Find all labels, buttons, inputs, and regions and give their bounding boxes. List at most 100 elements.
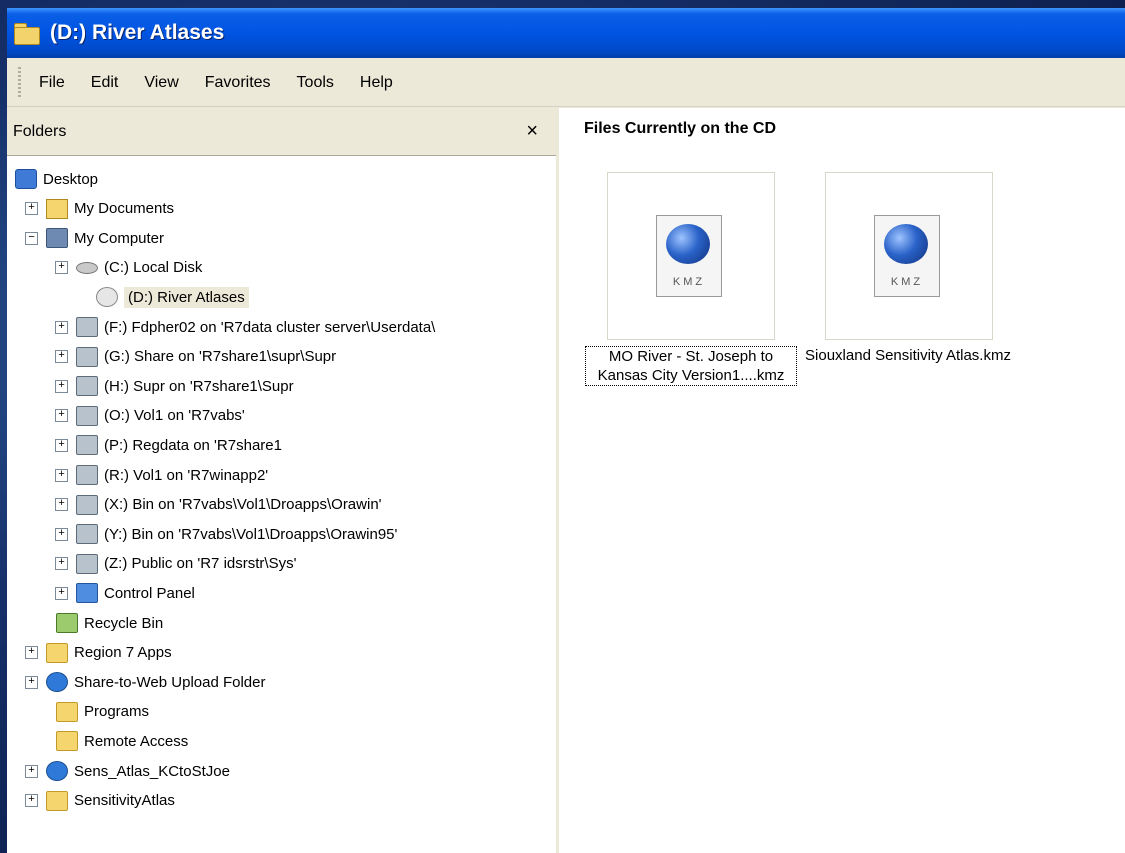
tree-item[interactable]: + SensitivityAtlas bbox=[25, 788, 175, 814]
tree-item[interactable]: + (H:) Supr on 'R7share1\Supr bbox=[55, 373, 294, 399]
expand-icon[interactable]: + bbox=[55, 261, 68, 275]
files-pane: Files Currently on the CD KMZ MO River -… bbox=[559, 108, 1125, 853]
network-drive-icon bbox=[76, 553, 98, 574]
google-earth-icon bbox=[884, 224, 928, 264]
tree-item-label: SensitivityAtlas bbox=[74, 792, 175, 810]
network-drive-icon bbox=[76, 494, 98, 515]
tree-item-label: My Computer bbox=[74, 229, 165, 247]
tree-item[interactable]: + (O:) Vol1 on 'R7vabs' bbox=[55, 403, 245, 429]
tree-item[interactable]: + (P:) Regdata on 'R7share1 bbox=[55, 432, 282, 458]
network-drive-icon bbox=[76, 465, 98, 485]
tree-item-label: Recycle Bin bbox=[84, 614, 164, 632]
tree-item[interactable]: + Control Panel bbox=[55, 580, 195, 606]
expand-icon[interactable]: + bbox=[55, 320, 68, 334]
network-drive-icon bbox=[76, 376, 98, 397]
tree-item-label: (C:) Local Disk bbox=[104, 259, 203, 277]
tree-item[interactable]: (D:) River Atlases bbox=[75, 284, 249, 310]
tree-item[interactable]: + (G:) Share on 'R7share1\supr\Supr bbox=[55, 344, 336, 370]
file-thumbnail[interactable]: KMZ bbox=[825, 172, 993, 340]
tree-item[interactable]: + (R:) Vol1 on 'R7winapp2' bbox=[55, 462, 268, 488]
menu-tools[interactable]: Tools bbox=[297, 74, 334, 92]
collapse-icon[interactable]: − bbox=[25, 231, 38, 245]
tree-item-label: (X:) Bin on 'R7vabs\Vol1\Droapps\Orawin' bbox=[104, 496, 382, 514]
apps-folder-icon bbox=[46, 642, 68, 663]
expand-icon[interactable]: + bbox=[25, 675, 38, 689]
recycle-bin-icon bbox=[56, 613, 78, 633]
computer-icon bbox=[46, 228, 68, 249]
tree-item[interactable]: + (X:) Bin on 'R7vabs\Vol1\Droapps\Orawin… bbox=[55, 492, 382, 518]
tree-item-label: (P:) Regdata on 'R7share1 bbox=[104, 436, 282, 454]
tree-item-label: Remote Access bbox=[84, 732, 189, 750]
globe-icon bbox=[46, 761, 68, 781]
tree-item[interactable]: + (F:) Fdpher02 on 'R7data cluster server… bbox=[55, 314, 435, 340]
folder-icon bbox=[56, 731, 78, 752]
network-drive-icon bbox=[76, 346, 98, 367]
tree-item-label: (O:) Vol1 on 'R7vabs' bbox=[104, 407, 245, 425]
folder-icon bbox=[56, 701, 78, 722]
tree-item[interactable]: + My Documents bbox=[25, 196, 174, 222]
menu-help[interactable]: Help bbox=[360, 74, 393, 92]
kmz-file-icon: KMZ bbox=[656, 215, 722, 297]
network-drive-icon bbox=[76, 435, 98, 456]
explorer-window: (D:) River Atlases File Edit View Favori… bbox=[7, 8, 1125, 853]
tree-item-label: (G:) Share on 'R7share1\supr\Supr bbox=[104, 348, 337, 366]
menu-edit[interactable]: Edit bbox=[91, 74, 119, 92]
tree-item-label: (R:) Vol1 on 'R7winapp2' bbox=[104, 466, 269, 484]
file-name[interactable]: MO River - St. Joseph to Kansas City Ver… bbox=[585, 346, 797, 386]
control-panel-icon bbox=[76, 583, 98, 604]
folders-title: Folders bbox=[13, 122, 67, 140]
tree-item[interactable]: + Region 7 Apps bbox=[25, 640, 172, 666]
tree-item-label: Programs bbox=[84, 703, 150, 721]
tree-item[interactable]: Programs bbox=[35, 699, 149, 725]
title-bar[interactable]: (D:) River Atlases bbox=[7, 8, 1125, 58]
folder-icon bbox=[14, 23, 40, 45]
expand-icon[interactable]: + bbox=[55, 586, 68, 600]
tree-item[interactable]: + Sens_Atlas_KCtoStJoe bbox=[25, 758, 230, 784]
tree-item-label: (Z:) Public on 'R7 idsrstr\Sys' bbox=[104, 555, 297, 573]
menu-view[interactable]: View bbox=[144, 74, 178, 92]
local-disk-icon bbox=[76, 261, 98, 274]
file-thumbnail[interactable]: KMZ bbox=[607, 172, 775, 340]
tree-item[interactable]: + (C:) Local Disk bbox=[55, 255, 202, 281]
close-icon[interactable]: × bbox=[526, 120, 538, 143]
tree-item-label: Region 7 Apps bbox=[74, 644, 172, 662]
tree-item[interactable]: + Share-to-Web Upload Folder bbox=[25, 669, 265, 695]
tree-item[interactable]: Desktop bbox=[15, 166, 98, 192]
expand-icon[interactable]: + bbox=[55, 438, 68, 452]
kmz-icon-label: KMZ bbox=[672, 276, 706, 288]
documents-folder-icon bbox=[46, 198, 68, 219]
expand-icon[interactable]: + bbox=[25, 764, 38, 778]
expand-icon[interactable]: + bbox=[25, 646, 38, 660]
tree-item-label: (H:) Supr on 'R7share1\Supr bbox=[104, 377, 294, 395]
expand-icon[interactable]: + bbox=[55, 557, 68, 571]
expand-icon[interactable]: + bbox=[55, 379, 68, 393]
folders-header: Folders × bbox=[7, 108, 556, 156]
expand-icon[interactable]: + bbox=[55, 409, 68, 423]
expand-icon[interactable]: + bbox=[55, 498, 68, 512]
kmz-file-icon: KMZ bbox=[874, 215, 940, 297]
network-drive-icon bbox=[76, 524, 98, 545]
folders-pane: Folders × Desktop + My Documents − My Comput… bbox=[7, 108, 559, 853]
tree-item-label: Control Panel bbox=[104, 584, 195, 602]
expand-icon[interactable]: + bbox=[55, 527, 68, 541]
tree-item[interactable]: + (Y:) Bin on 'R7vabs\Vol1\Droapps\Orawin… bbox=[55, 521, 397, 547]
tree-item[interactable]: − My Computer bbox=[25, 225, 164, 251]
menu-bar: File Edit View Favorites Tools Help bbox=[7, 60, 1125, 107]
tree-item-label: Desktop bbox=[43, 170, 99, 188]
expand-icon[interactable]: + bbox=[25, 794, 38, 808]
tree-item-label: Share-to-Web Upload Folder bbox=[74, 673, 266, 691]
tree-item[interactable]: Remote Access bbox=[35, 728, 188, 754]
folder-icon bbox=[46, 790, 68, 811]
desktop-icon bbox=[15, 169, 37, 189]
expand-icon[interactable]: + bbox=[55, 350, 68, 364]
tree-item-label: (D:) River Atlases bbox=[124, 286, 249, 308]
menu-favorites[interactable]: Favorites bbox=[205, 74, 271, 92]
google-earth-icon bbox=[666, 224, 710, 264]
expand-icon[interactable]: + bbox=[55, 468, 68, 482]
menu-file[interactable]: File bbox=[39, 74, 65, 92]
file-name[interactable]: Siouxland Sensitivity Atlas.kmz bbox=[803, 346, 1013, 365]
toolbar-grip[interactable] bbox=[18, 67, 21, 99]
tree-item[interactable]: + (Z:) Public on 'R7 idsrstr\Sys' bbox=[55, 551, 296, 577]
tree-item[interactable]: Recycle Bin bbox=[35, 610, 163, 636]
expand-icon[interactable]: + bbox=[25, 202, 38, 216]
